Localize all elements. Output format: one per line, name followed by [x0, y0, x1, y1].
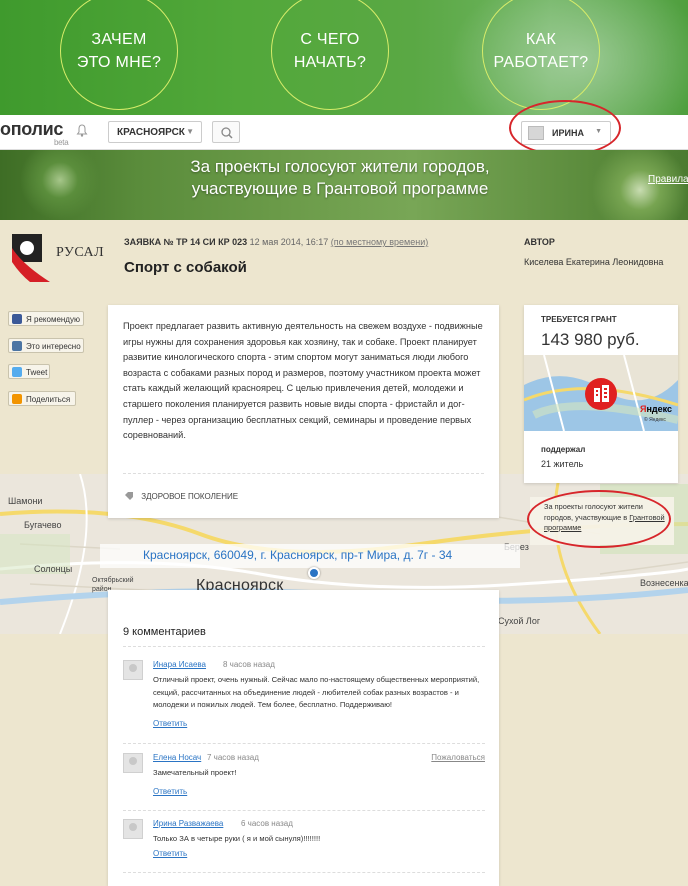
author-name[interactable]: Киселева Екатерина Леонидовна — [524, 257, 663, 267]
odnoklassniki-icon — [12, 394, 22, 404]
comment-time: 6 часов назад — [241, 819, 293, 828]
twitter-icon — [12, 367, 22, 377]
hero-start-button[interactable]: С ЧЕГО НАЧАТЬ? — [271, 0, 389, 110]
avatar — [528, 126, 544, 140]
map-label-bugachevo: Бугачево — [24, 520, 62, 530]
reply-link[interactable]: Ответить — [153, 787, 187, 796]
vk-interesting-button[interactable]: Это интересно — [8, 338, 84, 353]
search-icon — [221, 127, 233, 139]
reply-link[interactable]: Ответить — [153, 719, 187, 728]
city-select[interactable]: КРАСНОЯРСК ▼ — [108, 121, 202, 143]
map-label-sukhoy-log: Сухой Лог — [498, 616, 541, 626]
grant-label: ТРЕБУЕТСЯ ГРАНТ — [541, 315, 617, 324]
tag-icon — [125, 492, 133, 500]
rules-link[interactable]: Правила — [648, 174, 688, 185]
comment-author[interactable]: Инара Исаева — [153, 660, 206, 669]
map-label-voznesenka: Вознесенка — [640, 578, 688, 588]
map-pin-icon[interactable] — [308, 567, 320, 579]
search-button[interactable] — [212, 121, 240, 143]
building-marker-icon — [585, 378, 617, 410]
chevron-down-icon: ▼ — [186, 127, 194, 136]
beta-label: beta — [54, 138, 69, 147]
project-description-card: Проект предлагает развить активную деяте… — [108, 305, 499, 518]
hero-banner: ЗАЧЕМ ЭТО МНЕ? С ЧЕГО НАЧАТЬ? КАК РАБОТА… — [0, 0, 688, 115]
project-description: Проект предлагает развить активную деяте… — [123, 321, 483, 441]
divider — [123, 810, 485, 811]
support-label: поддержал — [541, 445, 586, 454]
grant-note: За проекты голосуют жители городов, учас… — [544, 502, 665, 532]
banner-text: За проекты голосуют жители городов, учас… — [190, 157, 490, 198]
divider — [123, 743, 485, 744]
ok-share-button[interactable]: Поделиться — [8, 391, 76, 406]
sponsor-logo: РУСАЛ — [12, 234, 105, 284]
grant-amount: 143 980 руб. — [541, 330, 640, 349]
support-count: 21 житель — [541, 459, 584, 469]
comments-card: 9 комментариев Инара Исаева 8 часов наза… — [108, 590, 499, 886]
comment-author[interactable]: Елена Носач — [153, 753, 201, 762]
map-label-shamoni: Шамони — [8, 496, 43, 506]
comments-title: 9 комментариев — [123, 626, 206, 638]
reply-link[interactable]: Ответить — [153, 849, 187, 858]
user-menu[interactable]: ИРИНА ▼ — [521, 121, 611, 145]
top-navbar: ополис beta КРАСНОЯРСК ▼ ИРИНА ▼ — [0, 115, 688, 150]
chevron-down-icon: ▼ — [595, 128, 602, 135]
map-copyright: © Яндекс — [644, 417, 666, 423]
comment-text: Замечательный проект! — [153, 768, 237, 777]
avatar — [123, 819, 143, 839]
tweet-button[interactable]: Tweet — [8, 364, 50, 379]
application-number: ЗАЯВКА № ТР 14 СИ КР 023 — [124, 237, 248, 247]
rusal-emblem-icon — [12, 234, 50, 282]
facebook-recommend-button[interactable]: Я рекомендую — [8, 311, 84, 326]
vk-icon — [12, 341, 22, 351]
grant-mini-map[interactable]: Яндекс © Яндекс — [524, 355, 678, 431]
application-date: 12 мая 2014, 16:17 — [249, 237, 329, 247]
facebook-icon — [12, 314, 22, 324]
comment-time: 7 часов назад — [207, 753, 259, 762]
comment-text: Только ЗА в четыре руки ( я и мой сынуля… — [153, 834, 321, 843]
sponsor-name: РУСАЛ — [56, 245, 105, 260]
application-meta: ЗАЯВКА № ТР 14 СИ КР 023 12 мая 2014, 16… — [124, 237, 428, 247]
divider — [123, 872, 485, 873]
user-name: ИРИНА — [552, 128, 584, 138]
grant-program-banner: За проекты голосуют жители городов, учас… — [0, 150, 688, 220]
avatar — [123, 753, 143, 773]
page-title: Спорт с собакой — [124, 259, 247, 276]
author-label: АВТОР — [524, 237, 555, 247]
city-select-value: КРАСНОЯРСК — [117, 127, 185, 138]
avatar — [123, 660, 143, 680]
divider — [123, 473, 484, 474]
comment-text: Отличный проект, очень нужный. Сейчас ма… — [153, 675, 480, 710]
report-link[interactable]: Пожаловаться — [431, 753, 485, 762]
site-logo[interactable]: ополис beta — [0, 119, 69, 147]
hero-why-button[interactable]: ЗАЧЕМ ЭТО МНЕ? — [60, 0, 178, 110]
divider — [123, 646, 485, 647]
project-address: Красноярск, 660049, г. Красноярск, пр-т … — [143, 548, 453, 562]
yandex-logo: Яндекс — [640, 404, 673, 414]
comment-author[interactable]: Ирина Разважаева — [153, 819, 223, 828]
timezone-link[interactable]: (по местному времени) — [331, 237, 428, 247]
project-category[interactable]: ЗДОРОВОЕ ПОКОЛЕНИЕ — [125, 492, 238, 501]
grant-card: ТРЕБУЕТСЯ ГРАНТ 143 980 руб. Яндекс © Ян… — [524, 305, 678, 483]
bell-icon[interactable] — [76, 124, 88, 137]
map-label-solontsy: Солонцы — [34, 564, 73, 574]
comment-time: 8 часов назад — [223, 660, 275, 669]
